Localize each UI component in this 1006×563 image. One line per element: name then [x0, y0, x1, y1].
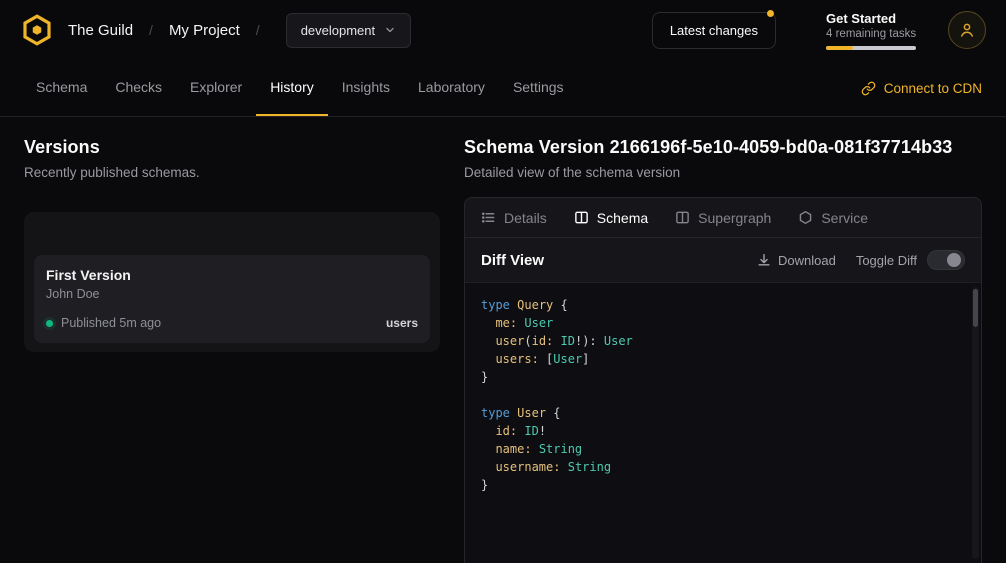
- app-header: The Guild / My Project / development Lat…: [0, 0, 1006, 60]
- header-right: Latest changes Get Started 4 remaining t…: [652, 11, 986, 50]
- versions-subtitle: Recently published schemas.: [24, 165, 440, 180]
- code-block: type Query { me: User user(id: ID!): Use…: [481, 296, 959, 494]
- schema-code-area: type Query { me: User user(id: ID!): Use…: [465, 283, 981, 563]
- connect-to-cdn-label: Connect to CDN: [884, 81, 982, 96]
- latest-changes-label: Latest changes: [670, 23, 758, 38]
- download-label: Download: [778, 253, 836, 268]
- header-left: The Guild / My Project / development: [20, 13, 411, 48]
- code-scrollbar-thumb[interactable]: [973, 289, 978, 327]
- version-meta-row: Published 5m ago users: [46, 316, 418, 330]
- tab-history[interactable]: History: [256, 60, 328, 116]
- chevron-down-icon: [384, 24, 396, 36]
- download-button[interactable]: Download: [757, 253, 836, 268]
- nav-tabs: Schema Checks Explorer History Insights …: [22, 60, 578, 116]
- code-scrollbar[interactable]: [972, 287, 979, 559]
- toggle-diff-label: Toggle Diff: [856, 253, 917, 268]
- version-status: Published 5m ago: [61, 316, 161, 330]
- link-icon: [861, 81, 876, 96]
- detail-tab-label: Schema: [597, 210, 648, 226]
- download-icon: [757, 253, 771, 267]
- toggle-diff-switch[interactable]: [927, 250, 965, 270]
- get-started-title: Get Started: [826, 11, 922, 26]
- tab-schema[interactable]: Schema: [22, 60, 101, 116]
- version-detail-panel: Details Schema Supergraph: [464, 197, 982, 563]
- list-icon: [481, 210, 496, 225]
- version-service-badge: users: [386, 316, 418, 330]
- diff-toolbar: Diff View Download Toggle Diff: [465, 238, 981, 283]
- detail-tab-details[interactable]: Details: [481, 210, 547, 226]
- version-detail-section: Schema Version 2166196f-5e10-4059-bd0a-0…: [464, 117, 982, 563]
- breadcrumb-separator: /: [145, 22, 157, 38]
- notification-dot: [767, 10, 774, 17]
- project-nav: Schema Checks Explorer History Insights …: [0, 60, 1006, 117]
- detail-tab-schema[interactable]: Schema: [574, 210, 648, 226]
- main-content: Versions Recently published schemas. Fir…: [0, 117, 1006, 563]
- detail-tab-bar: Details Schema Supergraph: [465, 198, 981, 238]
- get-started-progressbar: [826, 46, 916, 50]
- get-started-widget[interactable]: Get Started 4 remaining tasks: [826, 11, 922, 50]
- detail-tab-label: Service: [821, 210, 868, 226]
- version-detail-subtitle: Detailed view of the schema version: [464, 165, 982, 180]
- breadcrumb-org[interactable]: The Guild: [68, 22, 133, 39]
- published-status-dot: [46, 320, 53, 327]
- tab-laboratory[interactable]: Laboratory: [404, 60, 499, 116]
- hexagon-icon: [798, 210, 813, 225]
- version-list-item[interactable]: First Version John Doe Published 5m ago …: [34, 255, 430, 343]
- toggle-diff-control: Toggle Diff: [856, 250, 965, 270]
- diff-view-title: Diff View: [481, 252, 544, 269]
- columns-icon: [675, 210, 690, 225]
- toggle-knob: [947, 253, 961, 267]
- columns-icon: [574, 210, 589, 225]
- get-started-progress-fill: [826, 46, 853, 50]
- breadcrumb-project[interactable]: My Project: [169, 22, 240, 39]
- tab-settings[interactable]: Settings: [499, 60, 578, 116]
- tab-insights[interactable]: Insights: [328, 60, 404, 116]
- diff-actions: Download Toggle Diff: [757, 250, 965, 270]
- tab-explorer[interactable]: Explorer: [176, 60, 256, 116]
- hive-logo-icon: [20, 13, 54, 47]
- tab-checks[interactable]: Checks: [101, 60, 176, 116]
- version-detail-title: Schema Version 2166196f-5e10-4059-bd0a-0…: [464, 137, 982, 158]
- detail-tab-service[interactable]: Service: [798, 210, 868, 226]
- connect-to-cdn-link[interactable]: Connect to CDN: [861, 81, 982, 96]
- target-selector-value: development: [301, 23, 375, 38]
- detail-tab-label: Details: [504, 210, 547, 226]
- user-icon: [958, 21, 976, 39]
- latest-changes-button[interactable]: Latest changes: [652, 12, 776, 49]
- version-name: First Version: [46, 267, 418, 283]
- breadcrumb-separator: /: [252, 22, 264, 38]
- detail-tab-supergraph[interactable]: Supergraph: [675, 210, 771, 226]
- get-started-remaining: 4 remaining tasks: [826, 28, 922, 40]
- versions-section: Versions Recently published schemas. Fir…: [24, 117, 440, 563]
- target-selector-dropdown[interactable]: development: [286, 13, 411, 48]
- version-author: John Doe: [46, 287, 418, 301]
- detail-tab-label: Supergraph: [698, 210, 771, 226]
- versions-title: Versions: [24, 137, 440, 158]
- user-avatar-button[interactable]: [948, 11, 986, 49]
- versions-card: First Version John Doe Published 5m ago …: [24, 212, 440, 352]
